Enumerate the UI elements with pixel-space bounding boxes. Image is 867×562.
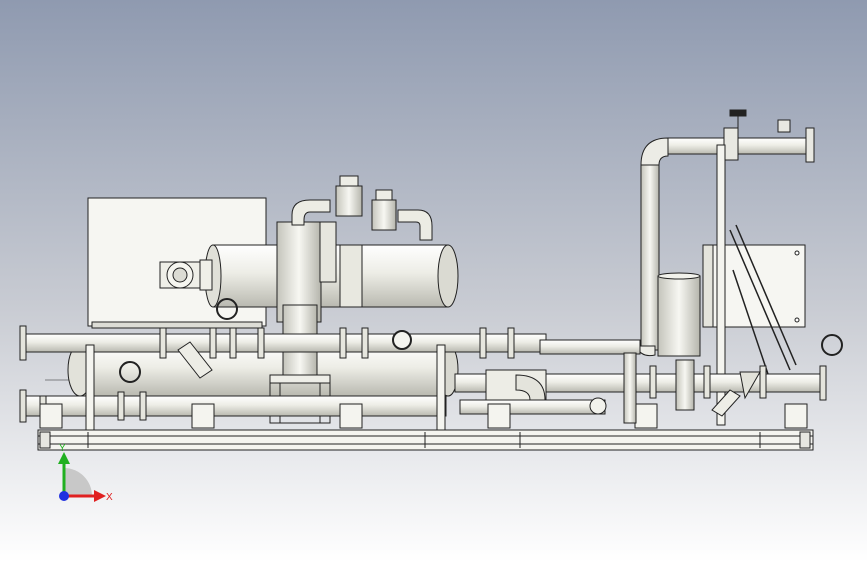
- triad-arc: [64, 468, 92, 496]
- y-axis-label: Y: [59, 443, 66, 454]
- orientation-triad[interactable]: Y X: [40, 440, 120, 520]
- x-axis-label: X: [106, 492, 113, 503]
- x-axis-arrowhead: [94, 490, 106, 502]
- cad-graphics-viewport[interactable]: Y X: [0, 0, 867, 562]
- skid-assembly-model[interactable]: [0, 0, 867, 562]
- oil-tank[interactable]: [657, 272, 701, 357]
- z-axis-dot: [59, 491, 69, 501]
- inlet-flange[interactable]: [159, 259, 213, 291]
